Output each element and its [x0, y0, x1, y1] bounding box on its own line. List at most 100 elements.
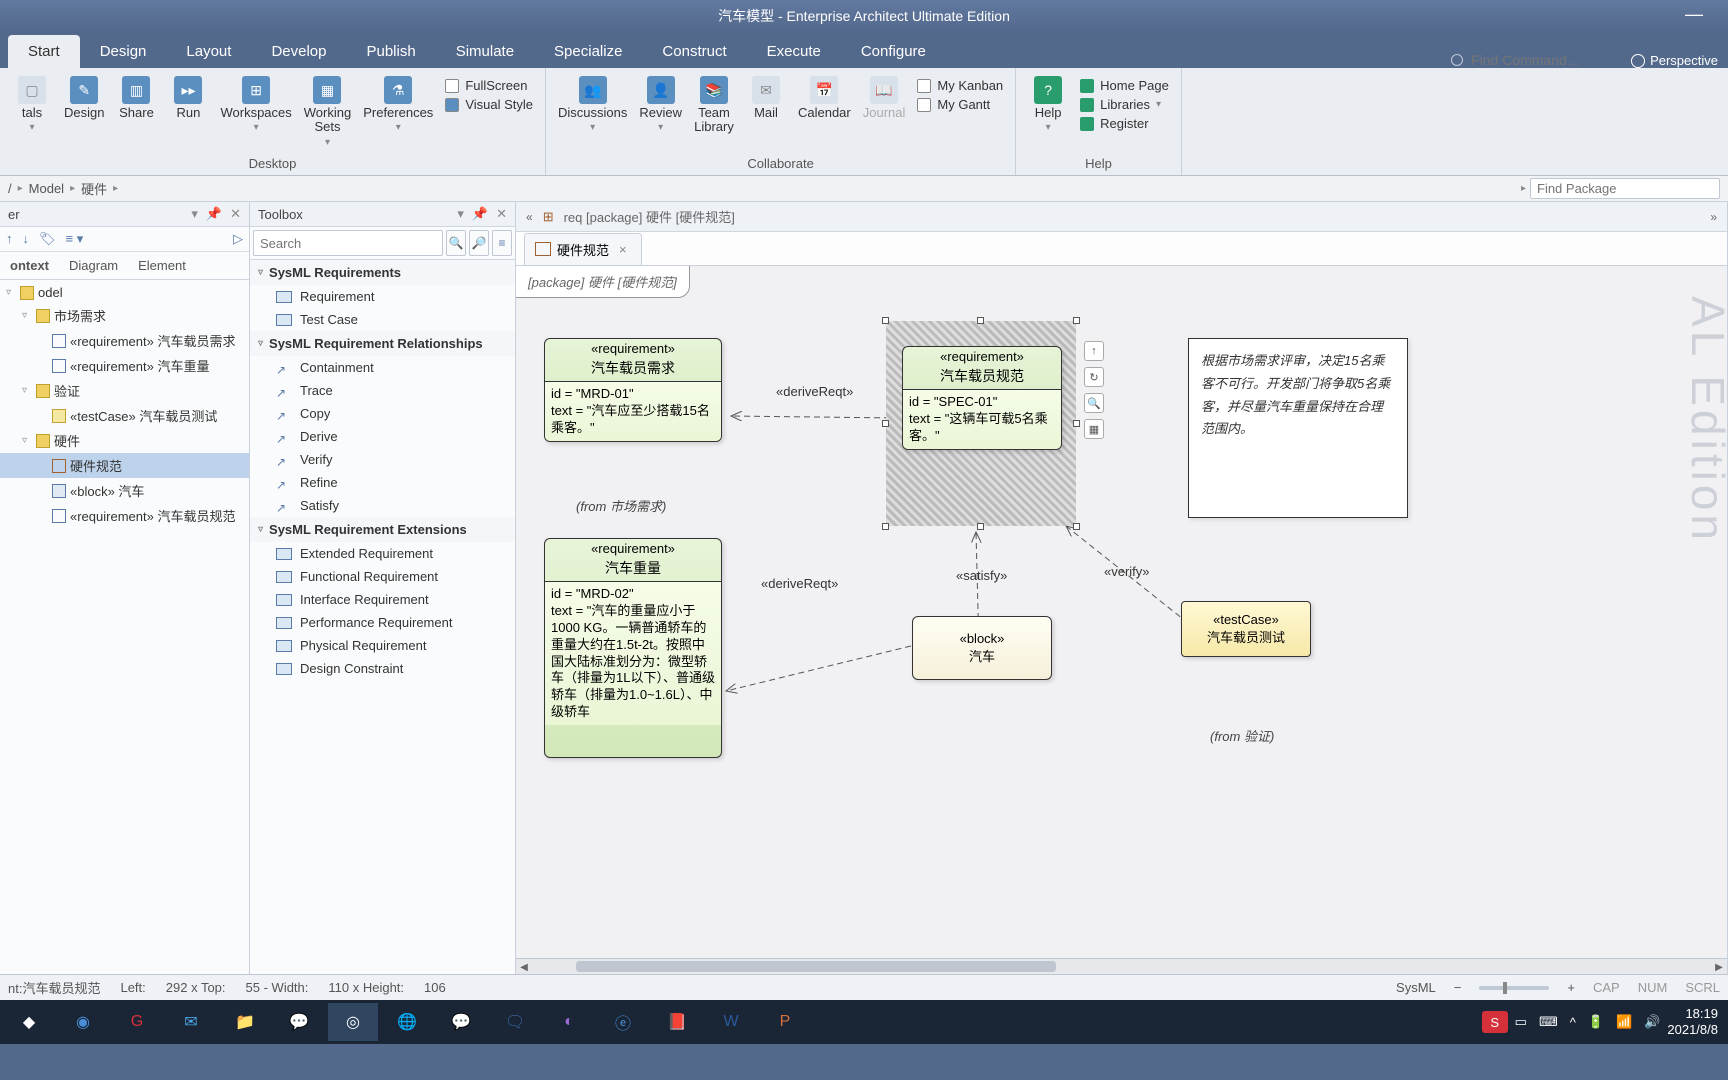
search-icon[interactable]: 🔍: [446, 230, 466, 256]
taskbar-clock[interactable]: 18:19 2021/8/8: [1667, 1006, 1724, 1037]
journal-button[interactable]: 📖Journal: [859, 74, 910, 122]
toolbox-item[interactable]: Physical Requirement: [250, 634, 515, 657]
search-icon[interactable]: 🔍: [1084, 393, 1104, 413]
dropdown-icon[interactable]: ▾: [191, 206, 198, 222]
search-element-icon[interactable]: 🔎: [469, 230, 489, 256]
diagram-tab[interactable]: 硬件规范 ×: [524, 233, 642, 265]
tree-node[interactable]: ▿odel: [0, 282, 249, 303]
ribbon-tab-start[interactable]: Start: [8, 35, 80, 68]
arrow-up-icon[interactable]: ↑: [1084, 341, 1104, 361]
down-icon[interactable]: ↓: [23, 231, 30, 247]
home-page-button[interactable]: Home Page: [1080, 78, 1169, 93]
breadcrumb-seg-model[interactable]: Model: [29, 181, 64, 196]
pin-icon[interactable]: 📌: [206, 206, 222, 222]
mail-button[interactable]: ✉Mail: [742, 74, 790, 122]
toolbox-search-input[interactable]: [253, 230, 443, 256]
ribbon-tab-construct[interactable]: Construct: [642, 35, 746, 68]
scroll-left-icon[interactable]: ◀: [516, 960, 532, 974]
ime-indicator[interactable]: S: [1482, 1011, 1508, 1033]
browser-tab-context[interactable]: ontext: [0, 252, 59, 279]
taskbar-wechat2[interactable]: 💬: [436, 1003, 486, 1041]
taskbar-app-11[interactable]: ◐: [544, 1003, 594, 1041]
visual-style-button[interactable]: Visual Style: [445, 97, 533, 112]
tree-node[interactable]: «block» 汽车: [0, 478, 249, 503]
block-element[interactable]: «block» 汽车: [912, 616, 1052, 680]
close-icon[interactable]: ✕: [230, 206, 241, 222]
preferences-button[interactable]: ⚗Preferences▾: [359, 74, 437, 135]
toolbox-item[interactable]: Extended Requirement: [250, 542, 515, 565]
tree-node[interactable]: «requirement» 汽车重量: [0, 353, 249, 378]
taskbar-ea[interactable]: ◎: [328, 1003, 378, 1041]
collapse-right-icon[interactable]: »: [1710, 210, 1717, 224]
workspaces-button[interactable]: ⊞Workspaces▾: [216, 74, 295, 135]
tree-node[interactable]: ▿验证: [0, 378, 249, 403]
toolbox-item[interactable]: Interface Requirement: [250, 588, 515, 611]
tree-node[interactable]: 硬件规范: [0, 453, 249, 478]
stamp-icon[interactable]: 🏷: [39, 231, 56, 247]
taskbar-pdf[interactable]: 📕: [652, 1003, 702, 1041]
toolbox-section-header[interactable]: ▿SysML Requirement Relationships: [250, 331, 515, 356]
close-tab-icon[interactable]: ×: [615, 242, 631, 257]
register-button[interactable]: Register: [1080, 116, 1169, 131]
zoom-out-icon[interactable]: −: [1454, 980, 1462, 995]
sys-icon-1[interactable]: ▭: [1510, 1014, 1532, 1030]
toolbox-item[interactable]: Requirement: [250, 285, 515, 308]
toolbox-item[interactable]: Containment: [250, 356, 515, 379]
horizontal-scrollbar[interactable]: ◀ ▶: [516, 958, 1727, 974]
toolbox-list[interactable]: ▿SysML RequirementsRequirementTest Case▿…: [250, 260, 515, 974]
libraries-button[interactable]: Libraries ▾: [1080, 97, 1169, 112]
refresh-icon[interactable]: ↻: [1084, 367, 1104, 387]
toolbox-section-header[interactable]: ▿SysML Requirement Extensions: [250, 517, 515, 542]
scrollbar-thumb[interactable]: [576, 961, 1056, 972]
breadcrumb-home[interactable]: /: [8, 181, 12, 196]
ribbon-tab-simulate[interactable]: Simulate: [436, 35, 534, 68]
tree-node[interactable]: ▿硬件: [0, 428, 249, 453]
taskbar-app-10[interactable]: 🗨: [490, 1003, 540, 1041]
toolbox-item[interactable]: Satisfy: [250, 494, 515, 517]
tree-node[interactable]: «requirement» 汽车载员需求: [0, 328, 249, 353]
ribbon-tab-configure[interactable]: Configure: [841, 35, 946, 68]
ribbon-tab-develop[interactable]: Develop: [251, 35, 346, 68]
taskbar-ie[interactable]: ⓔ: [598, 1003, 648, 1041]
toolbox-item[interactable]: Refine: [250, 471, 515, 494]
browser-tab-element[interactable]: Element: [128, 252, 196, 279]
diagram-canvas[interactable]: [package] 硬件 [硬件规范] «requirement» 汽车载员需求…: [516, 266, 1727, 974]
note-element[interactable]: 根据市场需求评审，决定15名乘客不可行。开发部门将争取5名乘客，并尽量汽车重量保…: [1188, 338, 1408, 518]
taskbar-mail[interactable]: ✉: [166, 1003, 216, 1041]
tree-node[interactable]: «testCase» 汽车载员测试: [0, 403, 249, 428]
tray-up-icon[interactable]: ^: [1565, 1015, 1581, 1030]
taskbar-word[interactable]: W: [706, 1003, 756, 1041]
toolbox-section-header[interactable]: ▿SysML Requirements: [250, 260, 515, 285]
portals-button[interactable]: ▢tals▾: [8, 74, 56, 135]
prev-pkg-button[interactable]: ▸: [1521, 183, 1526, 194]
taskbar-app-2[interactable]: ◉: [58, 1003, 108, 1041]
ribbon-tab-layout[interactable]: Layout: [166, 35, 251, 68]
find-command-input[interactable]: [1471, 52, 1611, 68]
working-sets-button[interactable]: ▦Working Sets▾: [300, 74, 355, 150]
toolbox-item[interactable]: Verify: [250, 448, 515, 471]
ribbon-tab-execute[interactable]: Execute: [747, 35, 841, 68]
calendar-button[interactable]: 📅Calendar: [794, 74, 855, 122]
toolbox-item[interactable]: Design Constraint: [250, 657, 515, 680]
ribbon-tab-design[interactable]: Design: [80, 35, 167, 68]
scroll-right-icon[interactable]: ▶: [1711, 960, 1727, 974]
close-icon[interactable]: ✕: [496, 206, 507, 222]
collapse-left-icon[interactable]: «: [526, 210, 533, 224]
minimize-button[interactable]: —: [1685, 4, 1703, 25]
perspective-button[interactable]: Perspective: [1631, 53, 1728, 68]
play-icon[interactable]: ▷: [233, 231, 243, 247]
browser-tree[interactable]: ▿odel▿市场需求«requirement» 汽车载员需求«requireme…: [0, 280, 249, 974]
my-gantt-button[interactable]: My Gantt: [917, 97, 1003, 112]
zoom-slider[interactable]: [1479, 986, 1549, 990]
toolbox-item[interactable]: Performance Requirement: [250, 611, 515, 634]
requirement-element-3[interactable]: «requirement» 汽车重量 id = "MRD-02" text = …: [544, 538, 722, 758]
sys-icon-2[interactable]: ⌨: [1534, 1014, 1563, 1030]
run-button[interactable]: ▸▸Run: [164, 74, 212, 122]
volume-icon[interactable]: 🔊: [1639, 1014, 1665, 1030]
toolbox-item[interactable]: Test Case: [250, 308, 515, 331]
taskbar-wechat[interactable]: 💬: [274, 1003, 324, 1041]
ribbon-tab-specialize[interactable]: Specialize: [534, 35, 642, 68]
toolbox-item[interactable]: Trace: [250, 379, 515, 402]
toolbox-item[interactable]: Functional Requirement: [250, 565, 515, 588]
taskbar-ppt[interactable]: P: [760, 1003, 810, 1041]
